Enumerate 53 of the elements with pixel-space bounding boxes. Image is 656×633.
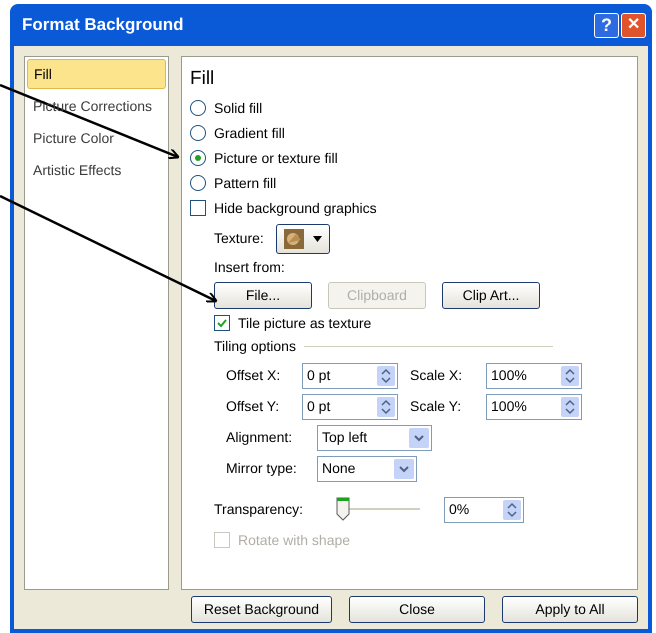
checkbox[interactable] [190,200,206,216]
dialog-button[interactable]: Clip Art... [442,282,540,308]
radio-button[interactable] [190,175,206,191]
transparency-slider[interactable] [336,496,420,524]
checkmark-icon [216,317,228,329]
spinner-arrows-icon[interactable] [377,396,395,416]
spinner-label: Offset X: [226,366,282,385]
texture-label: Texture: [214,229,264,248]
transparency-field[interactable]: 0% [444,496,524,522]
alignment-dropdown[interactable]: Top left [317,424,432,450]
group-title: Tiling options [214,336,296,356]
spinner-arrows-icon[interactable] [561,396,579,416]
radio-button[interactable] [190,100,206,116]
spinner-arrows-icon[interactable] [503,500,521,520]
spinner-arrows-icon[interactable] [561,366,579,386]
transparency-label: Transparency: [214,500,304,519]
sidebar-item[interactable]: Artistic Effects [27,155,166,185]
spinner-field[interactable]: 0 pt [302,394,398,420]
radio-button[interactable] [190,125,206,141]
caret-icon [312,236,322,242]
radio-button[interactable] [190,150,206,166]
help-button[interactable]: ? [594,12,619,38]
dialog-button[interactable]: Apply to All [502,596,638,623]
dialog-button[interactable]: Close [349,596,485,623]
mirror-type-label: Mirror type: [226,459,298,478]
spinner-label: Scale Y: [410,397,462,416]
checkbox-label: Tile picture as texture [238,314,372,333]
spinner-field[interactable]: 0 pt [302,362,398,388]
radio-label: Gradient fill [214,124,285,142]
dialog-button[interactable]: File... [214,282,312,308]
spinner-field[interactable]: 100% [486,362,582,388]
spinner-label: Offset Y: [226,397,280,416]
texture-picker[interactable] [276,224,330,254]
radio-label: Picture or texture fill [214,148,338,168]
close-button[interactable]: ✕ [621,12,646,38]
slider-thumb[interactable] [336,496,350,520]
radio-label: Solid fill [214,98,262,118]
alignment-label: Alignment: [226,428,294,447]
checkbox-label: Hide background graphics [214,198,377,218]
insert-from-label: Insert from: [213,258,286,276]
spinner-label: Scale X: [410,366,464,385]
radio-label: Pattern fill [214,174,276,192]
texture-swatch-icon [284,228,304,248]
spinner-arrows-icon[interactable] [377,366,395,386]
sidebar-item[interactable]: Picture Color [27,123,166,153]
dialog-button[interactable]: Reset Background [191,596,332,623]
spinner-field[interactable]: 100% [486,394,582,420]
checkbox-label: Rotate with shape [238,530,350,550]
panel-heading: Fill [190,67,216,91]
checkbox[interactable] [214,315,230,331]
mirror-type-dropdown[interactable]: None [317,456,417,482]
sidebar-item[interactable]: Fill [27,59,166,89]
window-title: Format Background [22,14,184,36]
